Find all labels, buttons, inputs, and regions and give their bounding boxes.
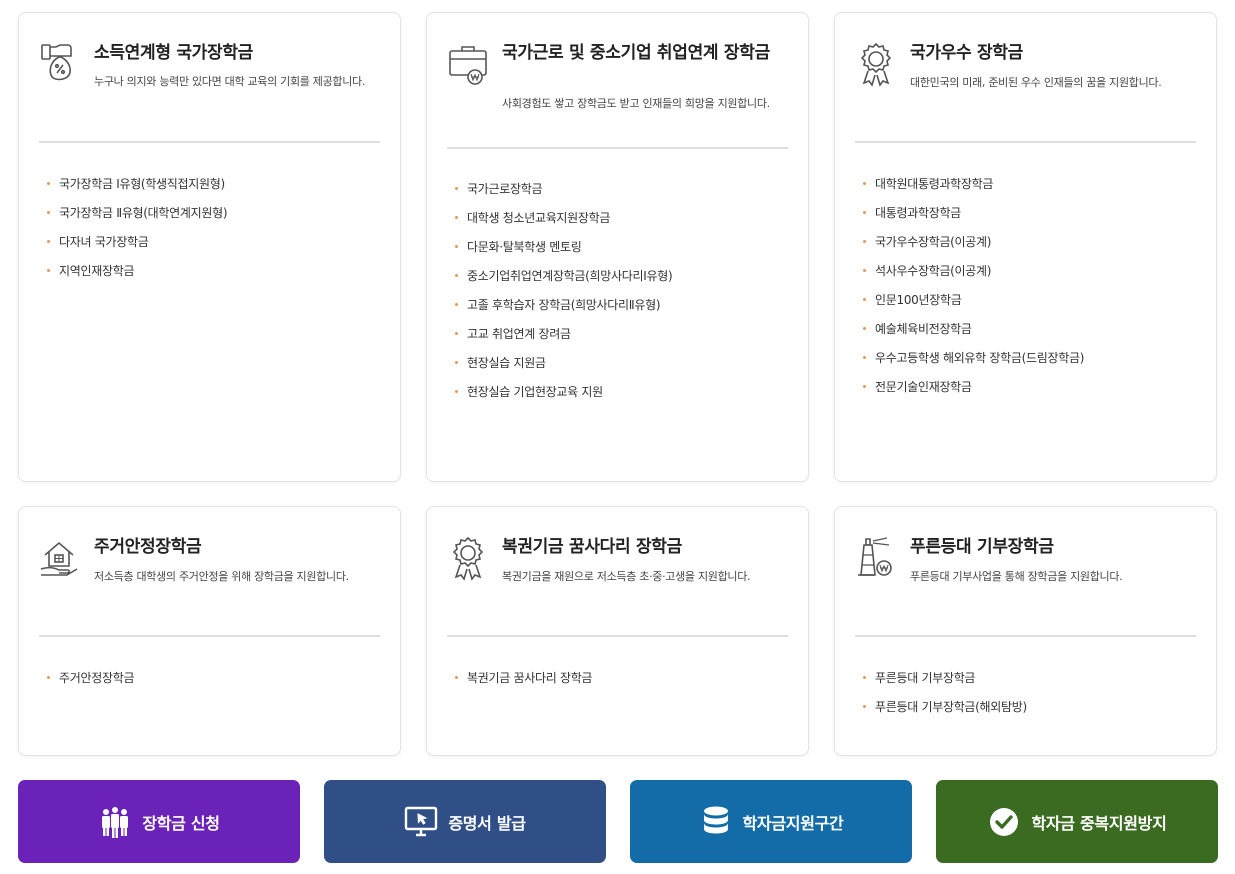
scholarship-list: 푸른등대 기부장학금 푸른등대 기부장학금(해외탐방) <box>863 671 1203 729</box>
list-item[interactable]: 복권기금 꿈사다리 장학금 <box>455 671 795 700</box>
card-title: 푸른등대 기부장학금 <box>910 537 1054 557</box>
house-hand-icon <box>39 535 81 581</box>
list-item[interactable]: 대학생 청소년교육지원장학금 <box>455 211 795 240</box>
card-title: 복권기금 꿈사다리 장학금 <box>502 537 682 557</box>
list-item[interactable]: 다문화·탈북학생 멘토링 <box>455 240 795 269</box>
list-item[interactable]: 대통령과학장학금 <box>863 206 1203 235</box>
list-item[interactable]: 국가장학금 Ⅰ유형(학생직접지원형) <box>47 177 387 206</box>
scholarship-list: 주거안정장학금 <box>47 671 387 700</box>
card-description: 푸른등대 기부사업을 통해 장학금을 지원합니다. <box>910 570 1123 583</box>
button-label: 학자금 중복지원방지 <box>1031 813 1167 833</box>
money-percent-icon <box>39 41 81 87</box>
lighthouse-won-icon <box>855 535 897 581</box>
divider <box>39 141 380 143</box>
briefcase-won-icon <box>447 41 489 87</box>
check-circle-icon <box>987 805 1021 839</box>
button-label: 학자금지원구간 <box>742 813 844 833</box>
list-item[interactable]: 국가근로장학금 <box>455 182 795 211</box>
support-bracket-button[interactable]: 학자금지원구간 <box>630 780 912 863</box>
button-label: 장학금 신청 <box>142 813 220 833</box>
card-housing-scholarship: 주거안정장학금 저소득층 대학생의 주거안정을 위해 장학금을 지원합니다. 주… <box>18 506 401 756</box>
list-item[interactable]: 고교 취업연계 장려금 <box>455 327 795 356</box>
list-item[interactable]: 푸른등대 기부장학금 <box>863 671 1203 700</box>
list-item[interactable]: 대학원대통령과학장학금 <box>863 177 1203 206</box>
list-item[interactable]: 전문기술인재장학금 <box>863 380 1203 409</box>
card-description: 대한민국의 미래, 준비된 우수 인재들의 꿈을 지원합니다. <box>910 76 1162 89</box>
scholarship-list: 국가근로장학금 대학생 청소년교육지원장학금 다문화·탈북학생 멘토링 중소기업… <box>455 182 795 414</box>
list-item[interactable]: 예술체육비전장학금 <box>863 322 1203 351</box>
list-item[interactable]: 주거안정장학금 <box>47 671 387 700</box>
card-lottery-scholarship: 복권기금 꿈사다리 장학금 복권기금을 재원으로 저소득층 초·중·고생을 지원… <box>426 506 809 756</box>
list-item[interactable]: 석사우수장학금(이공계) <box>863 264 1203 293</box>
list-item[interactable]: 현장실습 지원금 <box>455 356 795 385</box>
database-stack-icon <box>699 805 733 839</box>
card-title: 소득연계형 국가장학금 <box>94 43 254 63</box>
card-description: 저소득층 대학생의 주거안정을 위해 장학금을 지원합니다. <box>94 570 349 583</box>
list-item[interactable]: 고졸 후학습자 장학금(희망사다리Ⅱ유형) <box>455 298 795 327</box>
duplicate-support-prevention-button[interactable]: 학자금 중복지원방지 <box>936 780 1218 863</box>
issue-certificate-button[interactable]: 증명서 발급 <box>324 780 606 863</box>
divider <box>447 147 788 149</box>
list-item[interactable]: 지역인재장학금 <box>47 264 387 293</box>
card-description: 사회경험도 쌓고 장학금도 받고 인재들의 희망을 지원합니다. <box>502 97 770 110</box>
divider <box>855 635 1196 637</box>
scholarship-list: 대학원대통령과학장학금 대통령과학장학금 국가우수장학금(이공계) 석사우수장학… <box>863 177 1203 409</box>
list-item[interactable]: 현장실습 기업현장교육 지원 <box>455 385 795 414</box>
card-title: 국가근로 및 중소기업 취업연계 장학금 <box>502 43 770 63</box>
card-description: 누구나 의지와 능력만 있다면 대학 교육의 기회를 제공합니다. <box>94 75 366 88</box>
list-item[interactable]: 국가장학금 Ⅱ유형(대학연계지원형) <box>47 206 387 235</box>
monitor-cursor-icon <box>404 805 438 839</box>
award-medal-icon <box>447 535 489 581</box>
scholarship-list: 국가장학금 Ⅰ유형(학생직접지원형) 국가장학금 Ⅱ유형(대학연계지원형) 다자… <box>47 177 387 293</box>
list-item[interactable]: 중소기업취업연계장학금(희망사다리Ⅰ유형) <box>455 269 795 298</box>
button-label: 증명서 발급 <box>448 813 526 833</box>
apply-scholarship-button[interactable]: 장학금 신청 <box>18 780 300 863</box>
scholarship-list: 복권기금 꿈사다리 장학금 <box>455 671 795 700</box>
list-item[interactable]: 푸른등대 기부장학금(해외탐방) <box>863 700 1203 729</box>
list-item[interactable]: 우수고등학생 해외유학 장학금(드림장학금) <box>863 351 1203 380</box>
divider <box>39 635 380 637</box>
card-work-scholarship: 국가근로 및 중소기업 취업연계 장학금 사회경험도 쌓고 장학금도 받고 인재… <box>426 12 809 482</box>
card-title: 주거안정장학금 <box>94 537 202 557</box>
divider <box>855 141 1196 143</box>
card-title: 국가우수 장학금 <box>910 43 1023 63</box>
people-group-icon <box>98 805 132 839</box>
divider <box>447 635 788 637</box>
list-item[interactable]: 국가우수장학금(이공계) <box>863 235 1203 264</box>
list-item[interactable]: 다자녀 국가장학금 <box>47 235 387 264</box>
card-excellence-scholarship: 국가우수 장학금 대한민국의 미래, 준비된 우수 인재들의 꿈을 지원합니다.… <box>834 12 1217 482</box>
card-donation-scholarship: 푸른등대 기부장학금 푸른등대 기부사업을 통해 장학금을 지원합니다. 푸른등… <box>834 506 1217 756</box>
card-description: 복권기금을 재원으로 저소득층 초·중·고생을 지원합니다. <box>502 570 751 583</box>
list-item[interactable]: 인문100년장학금 <box>863 293 1203 322</box>
award-medal-icon <box>855 41 897 87</box>
card-income-scholarship: 소득연계형 국가장학금 누구나 의지와 능력만 있다면 대학 교육의 기회를 제… <box>18 12 401 482</box>
